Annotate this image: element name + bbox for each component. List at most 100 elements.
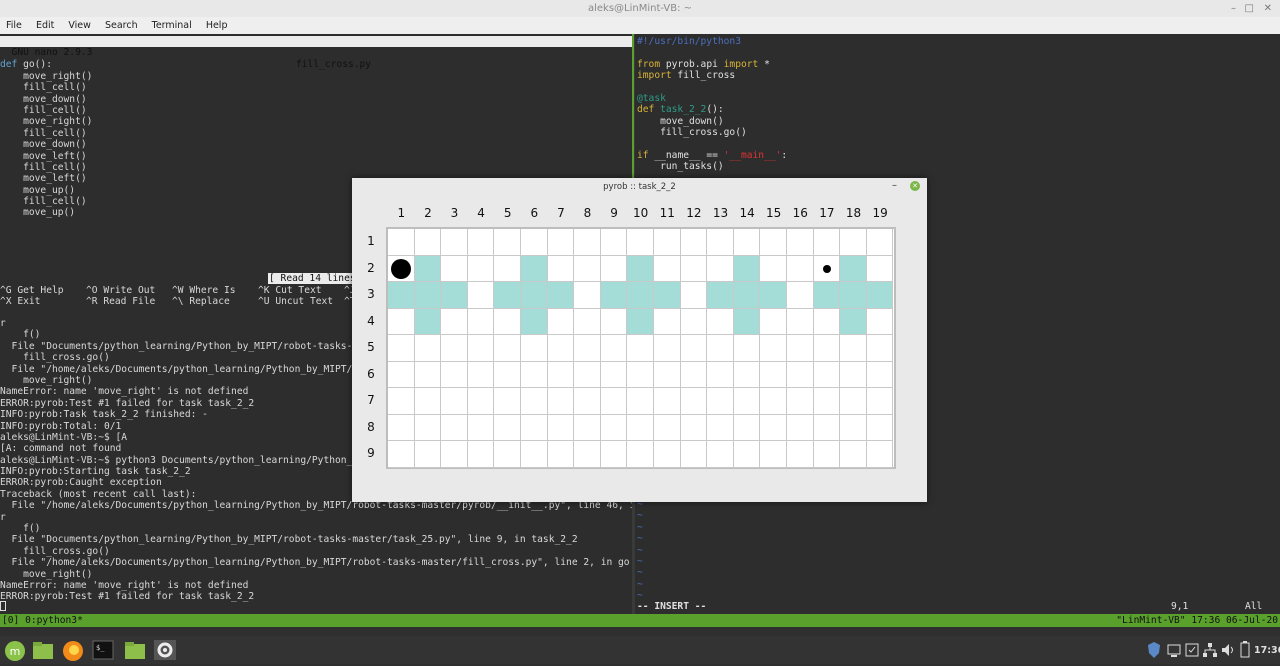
grid-cell	[414, 282, 442, 309]
grid-cell	[388, 335, 415, 362]
menu-view[interactable]: View	[62, 17, 96, 31]
firefox-icon[interactable]	[62, 640, 84, 661]
grid-cell	[707, 361, 734, 388]
grid-cell	[494, 335, 521, 362]
grid-cell	[467, 441, 495, 468]
grid-cell	[654, 361, 681, 388]
grid-cell	[707, 308, 734, 335]
svg-text:$_: $_	[96, 644, 105, 652]
files-icon[interactable]	[32, 640, 54, 660]
pyrob-minimize-icon[interactable]: –	[892, 180, 897, 191]
grid-cell	[813, 282, 841, 309]
settings-icon[interactable]	[154, 640, 176, 660]
grid-cell	[441, 414, 468, 441]
grid-cell	[494, 361, 521, 388]
vim-code-line	[637, 82, 787, 93]
grid-cell	[787, 441, 814, 468]
pyrob-close-icon[interactable]: ✕	[910, 181, 920, 191]
grid-cell	[574, 388, 601, 415]
vim-editor[interactable]: #!/usr/bin/python3 from pyrob.api import …	[637, 36, 787, 173]
grid-cell	[467, 388, 495, 415]
grid-cell	[866, 229, 894, 256]
grid-cell	[547, 229, 575, 256]
grid-cell	[866, 361, 894, 388]
nano-code-line	[0, 48, 92, 59]
window-titlebar: aleks@LinMint-VB: ~ – □ ✕	[0, 0, 1280, 17]
nano-code-line: move_up()	[0, 184, 76, 196]
grid-cell	[787, 361, 814, 388]
grid-cell	[574, 229, 601, 256]
grid-cell	[414, 388, 442, 415]
nano-editor[interactable]: def go(): move_right() fill_cell() move_…	[0, 48, 92, 219]
vim-tilde: ~	[637, 555, 643, 567]
grid-cell	[813, 388, 841, 415]
grid-cell	[680, 388, 708, 415]
vim-code-line: if __name__ == '__main__':	[637, 149, 788, 161]
grid-cell	[521, 308, 548, 335]
grid-cell	[654, 335, 681, 362]
nano-shortcut: ^W Where Is	[172, 285, 236, 296]
menu-file[interactable]: File	[0, 17, 27, 31]
grid-cell	[866, 282, 894, 309]
grid-cell	[574, 414, 601, 441]
vim-tilde: ~	[637, 567, 643, 579]
nano-status: [ Read 14 lines	[268, 273, 357, 285]
grid-cell	[813, 441, 841, 468]
grid-cell	[388, 308, 415, 335]
clock[interactable]: 17:36	[1254, 645, 1280, 656]
grid-cell	[787, 255, 814, 282]
grid-cell	[441, 308, 468, 335]
col-label: 13	[712, 206, 729, 220]
col-label: 3	[450, 206, 459, 220]
menu-help[interactable]: Help	[200, 17, 233, 31]
menu-terminal[interactable]: Terminal	[146, 17, 197, 31]
grid-cell	[627, 308, 654, 335]
target-marker-icon	[822, 264, 831, 273]
grid-cell	[521, 335, 548, 362]
grid-cell	[866, 308, 894, 335]
grid-cell	[627, 255, 654, 282]
row-label: 5	[367, 340, 375, 354]
close-icon[interactable]: ✕	[1264, 3, 1272, 14]
menu-search[interactable]: Search	[99, 17, 143, 31]
grid-cell	[600, 335, 628, 362]
nano-code-line: def go():	[0, 59, 52, 71]
log-line: File "/home/aleks/Documents/python_learn…	[0, 557, 630, 569]
grid-cell	[414, 335, 442, 362]
grid-cell	[866, 255, 894, 282]
col-label: 1	[397, 206, 406, 220]
grid-cell	[787, 414, 814, 441]
grid-cell	[840, 441, 867, 468]
col-label: 9	[610, 206, 618, 220]
maximize-icon[interactable]: □	[1245, 3, 1254, 14]
folder-icon[interactable]	[124, 640, 146, 660]
nano-shortcut: ^U Uncut Text	[258, 296, 334, 308]
grid-cell	[760, 255, 787, 282]
mint-menu-icon[interactable]: m	[4, 640, 26, 661]
grid-cell	[840, 414, 867, 441]
vim-code-line: run_tasks()	[637, 161, 724, 173]
grid-cell	[707, 335, 734, 362]
grid-cell	[467, 335, 495, 362]
minimize-icon[interactable]: –	[1231, 3, 1236, 14]
nano-code-line: fill_cell()	[0, 104, 87, 116]
row-label: 7	[367, 393, 375, 407]
terminal-icon[interactable]: $_	[92, 640, 114, 660]
grid-cell	[574, 335, 601, 362]
grid-cell	[866, 414, 894, 441]
tmux-window[interactable]: [0] 0:python3*	[2, 615, 83, 626]
vim-code-line: @task	[637, 92, 666, 104]
tmux-host-time: "LinMint-VB" 17:36 06-Jul-20	[1116, 615, 1278, 626]
grid-cell	[760, 282, 787, 309]
grid-cell	[840, 282, 867, 309]
grid-cell	[600, 308, 628, 335]
col-label: 16	[792, 206, 808, 220]
shield-icon[interactable]	[1146, 640, 1168, 660]
grid-cell	[574, 441, 601, 468]
nano-shortcut: ^K Cut Text	[258, 285, 322, 296]
grid-cell	[680, 229, 708, 256]
grid-cell	[467, 308, 495, 335]
grid-cell	[441, 441, 468, 468]
menu-edit[interactable]: Edit	[30, 17, 59, 31]
grid-cell	[494, 388, 521, 415]
